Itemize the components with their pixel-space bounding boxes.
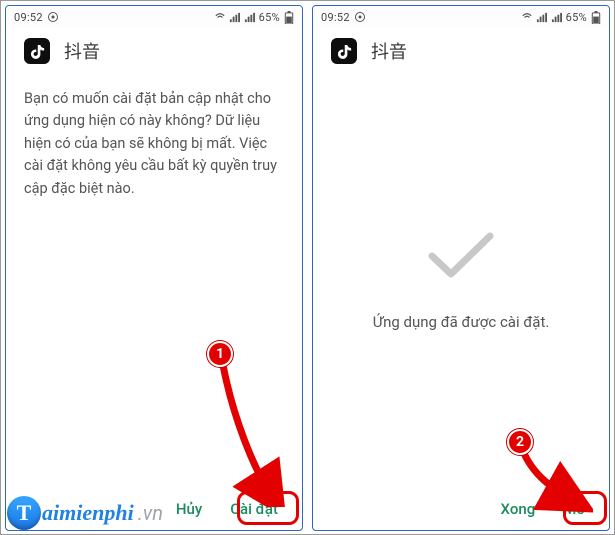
status-bar: 09:52 65% [313,6,609,28]
vowifi-icon [522,12,532,23]
status-bar: 09:52 65% [6,6,302,28]
battery-icon [284,11,294,24]
installed-message: Ứng dụng đã được cài đặt. [373,313,550,331]
arrow-1 [213,357,293,507]
tiktok-icon [335,42,353,60]
app-title: 抖音 [64,38,100,64]
callout-2: 2 [507,429,533,455]
app-icon [331,38,357,64]
signal-icon [244,12,255,23]
arrow-2 [513,445,593,515]
battery-icon [591,11,601,24]
app-icon [24,38,50,64]
callout-1: 1 [207,341,233,367]
signal-icon [229,12,240,23]
clock: 09:52 [14,11,43,24]
clock: 09:52 [321,11,350,24]
app-title: 抖音 [371,38,407,64]
tiktok-icon [28,42,46,60]
cancel-button[interactable]: Hủy [176,500,202,518]
sos-icon [354,11,366,23]
vowifi-icon [215,12,225,23]
checkmark-icon [426,228,496,283]
battery-percent: 65% [259,11,280,24]
title-bar: 抖音 [6,28,302,70]
signal-icon [551,12,562,23]
title-bar: 抖音 [313,28,609,70]
sos-icon [47,11,59,23]
signal-icon [536,12,547,23]
battery-percent: 65% [566,11,587,24]
install-done-panel: Ứng dụng đã được cài đặt. [313,70,609,488]
